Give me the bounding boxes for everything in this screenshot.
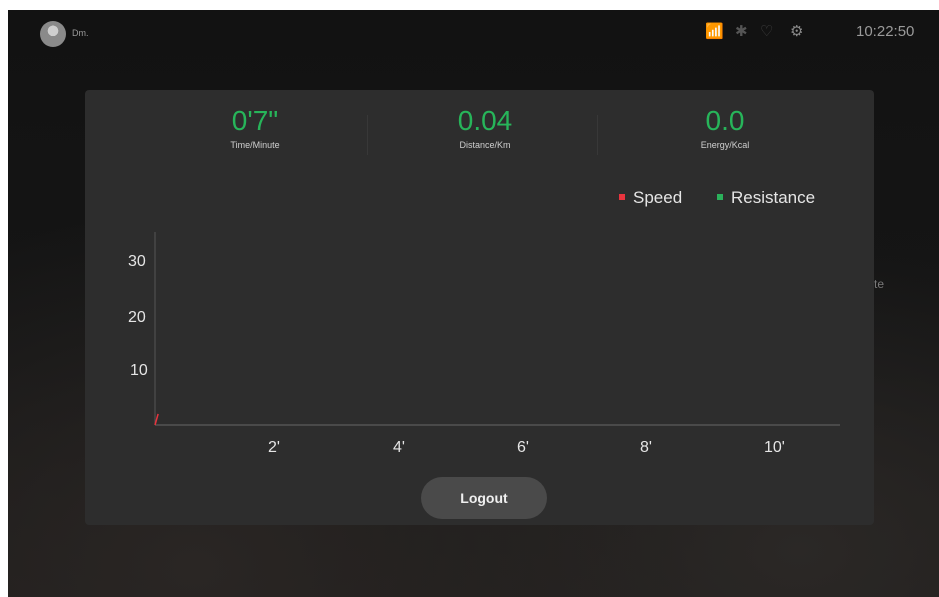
settings-gear-icon[interactable]: ⚙ (790, 24, 803, 40)
avatar[interactable] (40, 21, 66, 47)
background-partial-text: te (874, 277, 885, 291)
x-tick-6: 6' (517, 439, 529, 456)
clock: 10:22:50 (856, 23, 915, 40)
workout-summary-dialog: 0'7" Time/Minute 0.04 Distance/Km 0.0 En… (85, 90, 874, 525)
y-tick-20: 20 (128, 309, 146, 326)
bluetooth-icon: ✱ (735, 23, 748, 40)
app-screen: Dm. 📶 ✱ ♡ ⚙ 10:22:50 te 0'7" Time/Minute… (8, 10, 939, 597)
logout-button[interactable]: Logout (421, 477, 547, 519)
username: Dm. (72, 28, 89, 38)
heart-shield-icon: ♡ (760, 23, 774, 40)
wifi-icon: 📶 (705, 23, 724, 40)
x-tick-10: 10' (764, 439, 785, 456)
x-tick-4: 4' (393, 439, 405, 456)
x-tick-8: 8' (640, 439, 652, 456)
x-tick-2: 2' (268, 439, 280, 456)
y-tick-30: 30 (128, 253, 146, 270)
y-tick-10: 10 (130, 362, 148, 379)
speed-resistance-chart: 30 20 10 2' 4' 6' 8' 10' (128, 232, 840, 456)
